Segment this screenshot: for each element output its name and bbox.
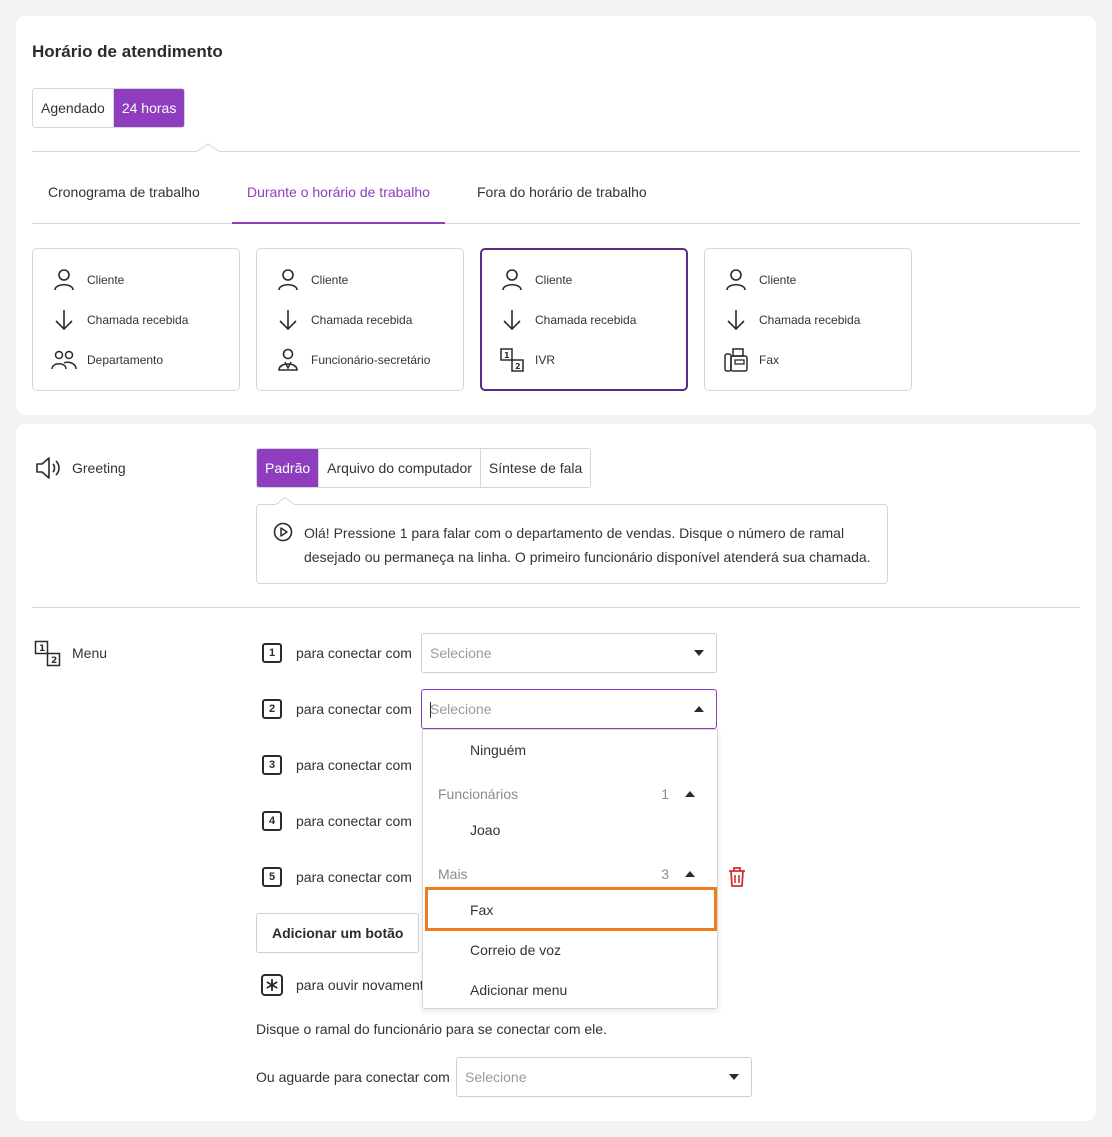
connect-text: para conectar com bbox=[296, 701, 412, 717]
mode-24h[interactable]: 24 horas bbox=[113, 89, 185, 127]
collapse-caret-icon[interactable] bbox=[685, 871, 695, 877]
source-file[interactable]: Arquivo do computador bbox=[319, 449, 481, 487]
menu-label: Menu bbox=[72, 645, 108, 661]
flow-target: Funcionário-secretário bbox=[311, 353, 431, 367]
svg-text:1: 1 bbox=[39, 644, 45, 654]
person-icon bbox=[502, 269, 522, 291]
play-icon[interactable] bbox=[273, 522, 293, 542]
group-employees-count: 1 bbox=[661, 786, 669, 802]
svg-text:2: 2 bbox=[515, 362, 521, 371]
flow-incoming: Chamada recebida bbox=[759, 313, 861, 327]
chevron-down-icon bbox=[729, 1074, 739, 1080]
connect-text: para conectar com bbox=[296, 813, 412, 829]
wait-label: Ou aguarde para conectar com bbox=[256, 1069, 450, 1085]
group-more: Mais bbox=[438, 866, 468, 882]
add-button-button[interactable]: Adicionar um botão bbox=[256, 913, 420, 953]
flow-client: Cliente bbox=[311, 273, 349, 287]
person-icon bbox=[726, 269, 746, 291]
flow-incoming: Chamada recebida bbox=[535, 313, 637, 327]
greeting-message: Olá! Pressione 1 para falar com o depart… bbox=[304, 525, 871, 565]
arrow-down-icon bbox=[727, 310, 745, 331]
flow-card-secretary[interactable]: Cliente Chamada recebida Funcionário-sec… bbox=[256, 248, 464, 391]
ivr-icon: 12 bbox=[500, 348, 524, 372]
fax-icon bbox=[724, 348, 748, 372]
key-2-dropdown: Ninguém Funcionários 1 Joao Mais 3 Fax C… bbox=[422, 729, 718, 1009]
key-2-badge: 2 bbox=[262, 699, 282, 719]
tabs-divider bbox=[32, 223, 1080, 224]
mode-scheduled[interactable]: Agendado bbox=[33, 89, 114, 127]
select-placeholder: Selecione bbox=[430, 645, 492, 661]
asterisk-key-icon bbox=[261, 974, 283, 996]
tab-after-hours[interactable]: Fora do horário de trabalho bbox=[477, 184, 647, 200]
flow-card-ivr[interactable]: Cliente Chamada recebida 12 IVR bbox=[480, 248, 688, 391]
notch-pointer bbox=[196, 143, 220, 153]
flow-client: Cliente bbox=[535, 273, 573, 287]
connect-text: para conectar com bbox=[296, 645, 412, 661]
tab-during-hours[interactable]: Durante o horário de trabalho bbox=[247, 184, 430, 200]
text-cursor bbox=[430, 702, 431, 718]
flow-incoming: Chamada recebida bbox=[311, 313, 413, 327]
svg-text:1: 1 bbox=[504, 351, 510, 360]
trash-icon[interactable] bbox=[727, 866, 747, 888]
option-none[interactable]: Ninguém bbox=[470, 742, 526, 758]
box-notch bbox=[276, 497, 294, 505]
flow-client: Cliente bbox=[759, 273, 797, 287]
key-1-badge: 1 bbox=[262, 643, 282, 663]
arrow-down-icon bbox=[503, 310, 521, 331]
key-3-badge: 3 bbox=[262, 755, 282, 775]
person-icon bbox=[278, 269, 298, 291]
connect-text: para conectar com bbox=[296, 869, 412, 885]
active-tab-indicator bbox=[232, 222, 445, 224]
select-placeholder: Selecione bbox=[430, 701, 492, 717]
option-add-menu[interactable]: Adicionar menu bbox=[470, 982, 567, 998]
chevron-down-icon bbox=[694, 650, 704, 656]
person-icon bbox=[54, 269, 74, 291]
arrow-down-icon bbox=[279, 310, 297, 331]
group-more-count: 3 bbox=[661, 866, 669, 882]
divider bbox=[32, 151, 1080, 152]
wait-select[interactable]: Selecione bbox=[456, 1057, 752, 1097]
chevron-up-icon bbox=[694, 706, 704, 712]
group-employees: Funcionários bbox=[438, 786, 519, 802]
greeting-source-toggle: Padrão Arquivo do computador Síntese de … bbox=[256, 448, 592, 488]
collapse-caret-icon[interactable] bbox=[685, 791, 695, 797]
option-voicemail[interactable]: Correio de voz bbox=[470, 942, 561, 958]
repeat-text: para ouvir novament bbox=[296, 977, 424, 993]
group-icon bbox=[51, 350, 77, 370]
flow-incoming: Chamada recebida bbox=[87, 313, 189, 327]
option-fax[interactable]: Fax bbox=[470, 902, 493, 918]
section-divider bbox=[32, 607, 1080, 608]
schedule-mode-toggle: Agendado 24 horas bbox=[32, 88, 186, 128]
extension-hint: Disque o ramal do funcionário para se co… bbox=[256, 1021, 607, 1037]
flow-card-department[interactable]: Cliente Chamada recebida Departamento bbox=[32, 248, 240, 391]
arrow-down-icon bbox=[55, 310, 73, 331]
svg-text:2: 2 bbox=[51, 656, 57, 666]
tab-work-schedule[interactable]: Cronograma de trabalho bbox=[48, 184, 200, 200]
page-title: Horário de atendimento bbox=[32, 42, 223, 61]
key-2-select[interactable]: Selecione bbox=[421, 689, 717, 729]
option-highlight bbox=[425, 887, 717, 931]
connect-text: para conectar com bbox=[296, 757, 412, 773]
flow-target: Departamento bbox=[87, 353, 164, 367]
flow-target: Fax bbox=[759, 353, 780, 367]
source-tts[interactable]: Síntese de fala bbox=[480, 449, 591, 487]
key-1-select[interactable]: Selecione bbox=[421, 633, 717, 673]
key-5-badge: 5 bbox=[262, 867, 282, 887]
flow-target: IVR bbox=[535, 353, 556, 367]
option-joao[interactable]: Joao bbox=[470, 822, 500, 838]
source-default[interactable]: Padrão bbox=[257, 449, 320, 487]
flow-card-fax[interactable]: Cliente Chamada recebida Fax bbox=[704, 248, 912, 391]
speaker-icon bbox=[36, 457, 60, 479]
ivr-menu-icon: 1 2 bbox=[34, 640, 61, 667]
secretary-icon bbox=[278, 348, 298, 371]
greeting-label: Greeting bbox=[72, 460, 126, 476]
key-4-badge: 4 bbox=[262, 811, 282, 831]
flow-client: Cliente bbox=[87, 273, 125, 287]
select-placeholder: Selecione bbox=[465, 1069, 527, 1085]
